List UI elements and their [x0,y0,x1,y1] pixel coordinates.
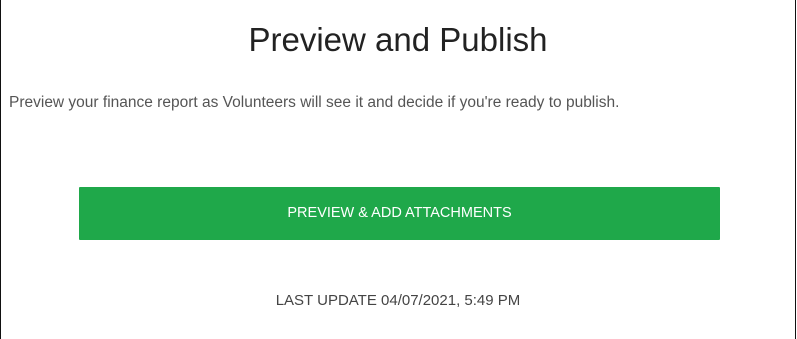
last-update-timestamp: LAST UPDATE 04/07/2021, 5:49 PM [275,292,521,309]
page-title: Preview and Publish [248,21,548,58]
preview-add-attachments-button[interactable]: PREVIEW & ADD ATTACHMENTS [79,187,720,240]
preview-publish-panel: Preview and Publish Preview your finance… [0,0,796,339]
page-description: Preview your finance report as Volunteer… [9,94,620,111]
